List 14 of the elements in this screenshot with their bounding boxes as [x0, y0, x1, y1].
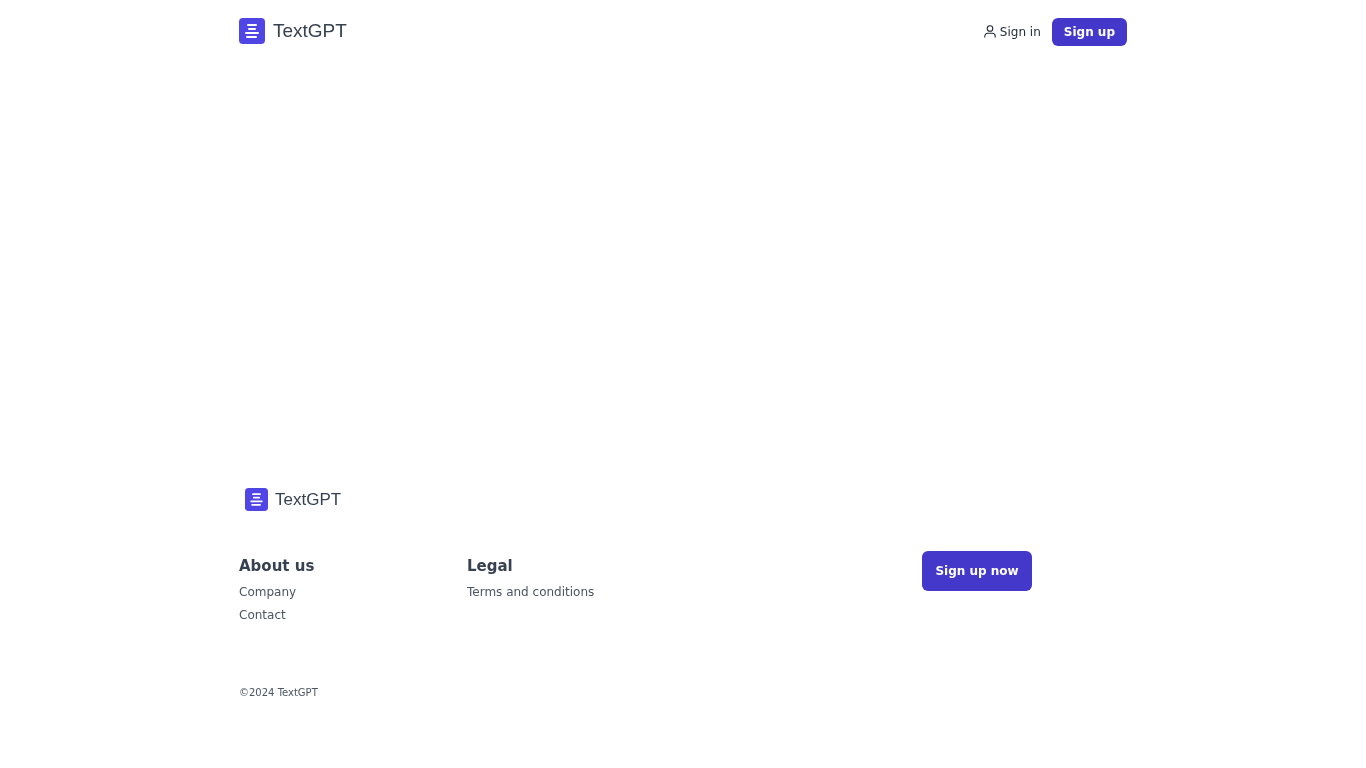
logo-text[interactable]: TextGPT — [275, 489, 342, 510]
footer-link[interactable]: Company — [239, 585, 297, 600]
user-icon — [983, 25, 996, 38]
column-heading: About us — [239, 556, 315, 576]
logo-icon — [239, 18, 265, 44]
logo-icon — [245, 488, 268, 511]
sign-up-button[interactable]: Sign up — [1051, 17, 1127, 46]
copyright-text: ©2024 TextGPT — [239, 687, 318, 698]
column-heading: Legal — [467, 556, 513, 576]
sign-in-link[interactable]: Sign in — [983, 24, 1041, 39]
logo-text[interactable]: TextGPT — [273, 20, 347, 42]
footer-link[interactable]: Contact — [239, 608, 286, 623]
footer-link[interactable]: Terms and conditions — [467, 585, 595, 600]
sign-up-now-button[interactable]: Sign up now — [922, 551, 1032, 591]
